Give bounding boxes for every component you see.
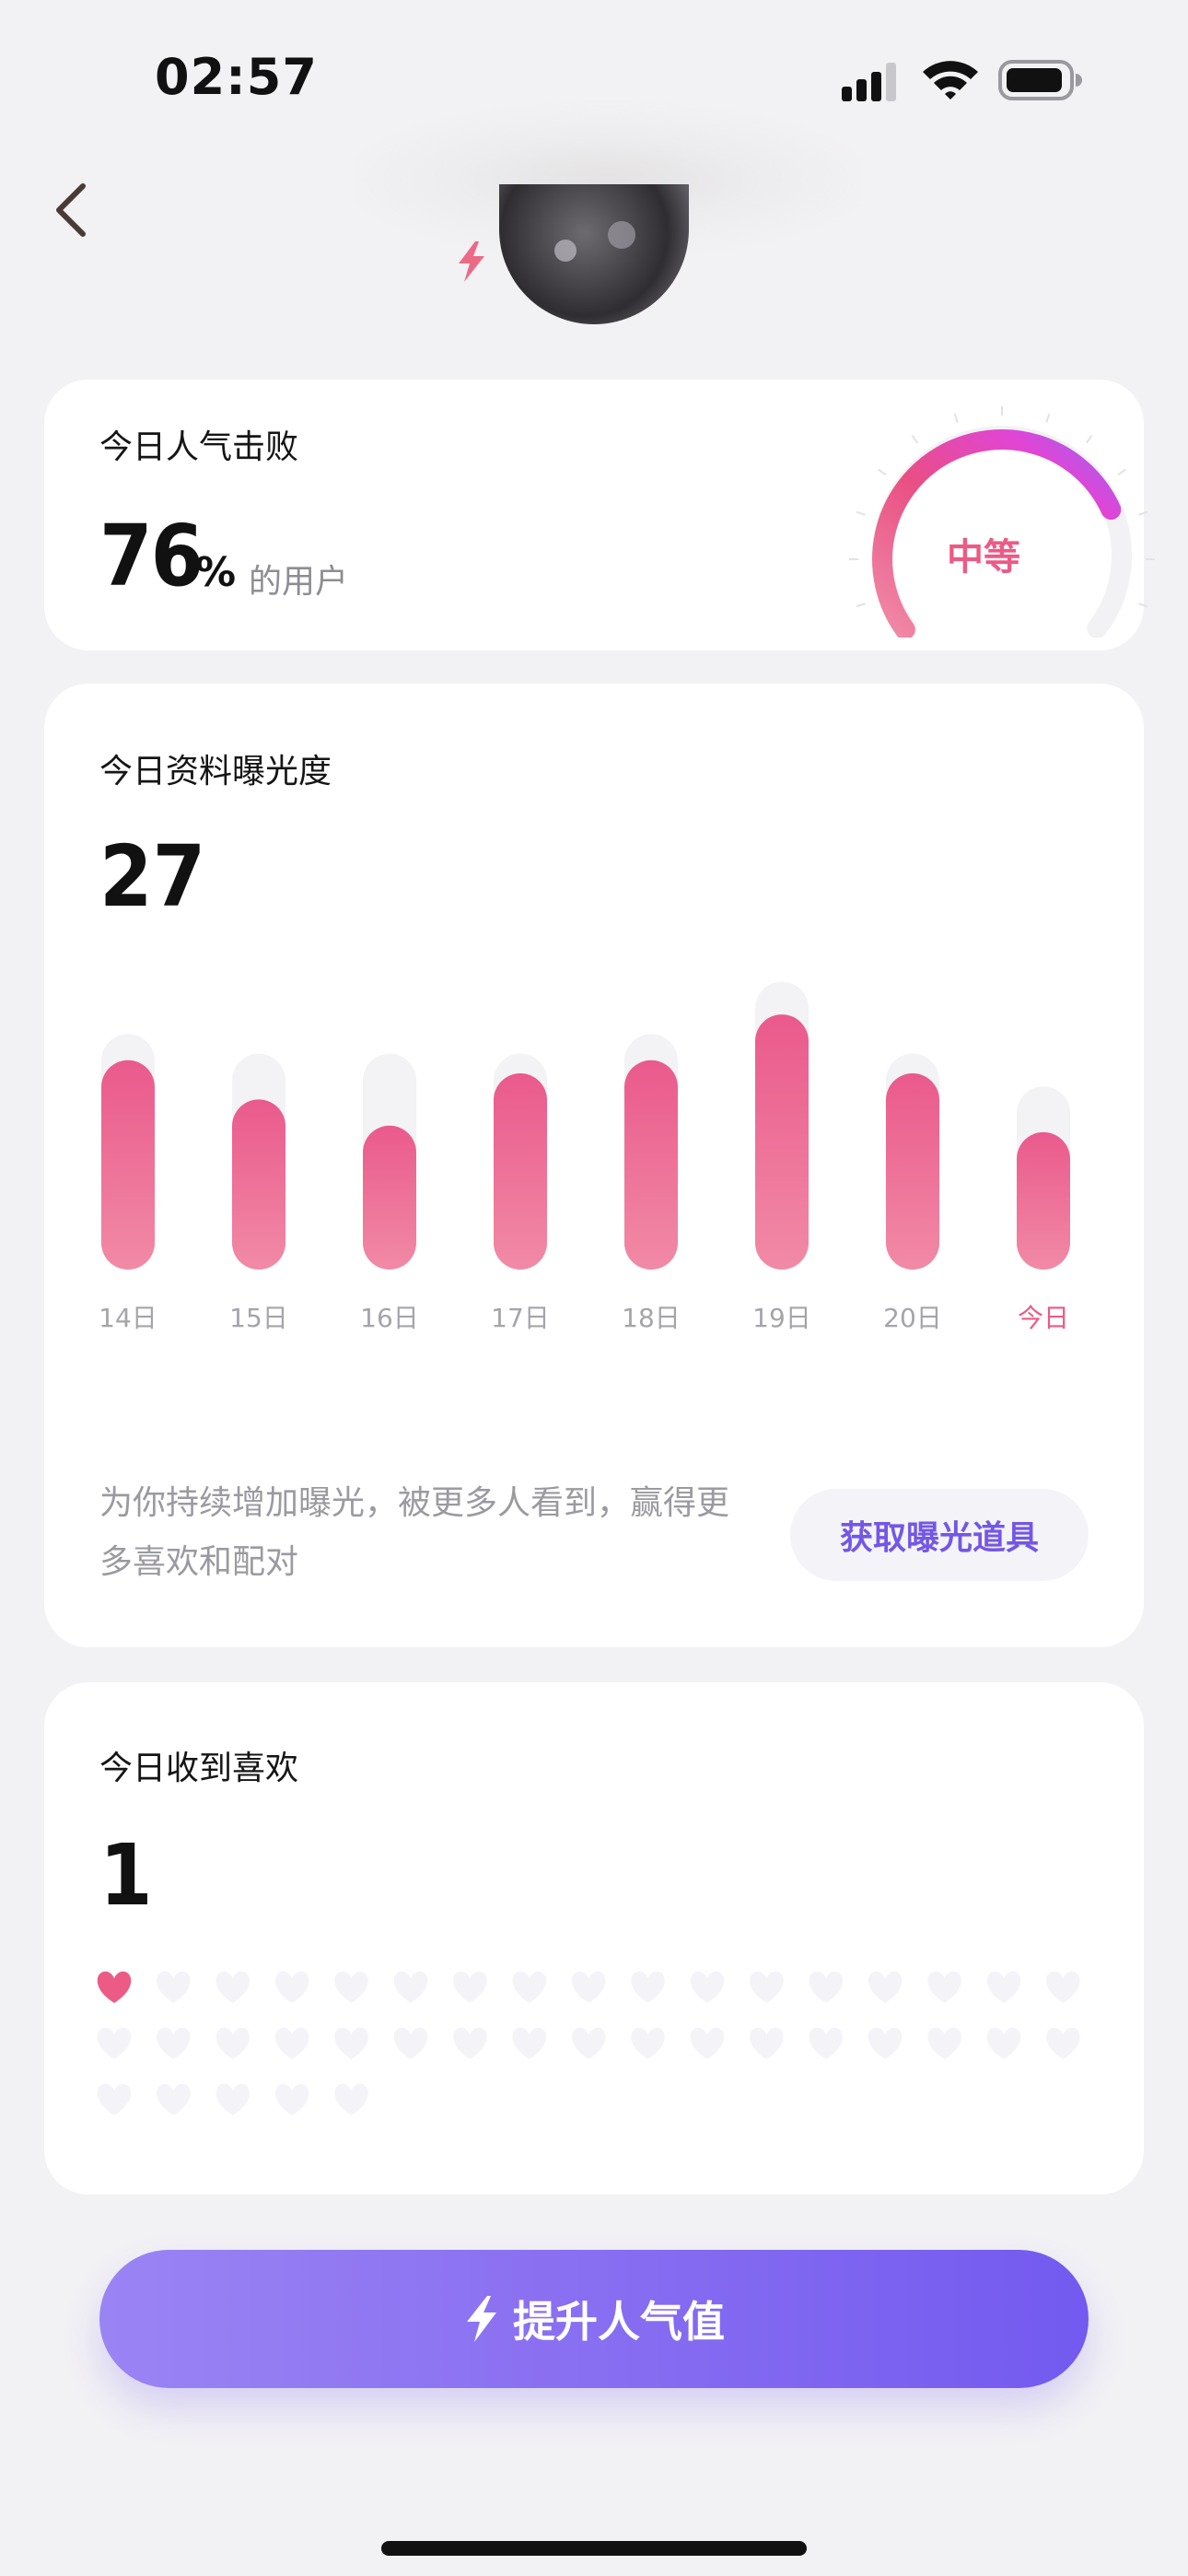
heart-empty-icon (690, 1971, 725, 2003)
heart-empty-icon (453, 1971, 487, 2003)
exposure-bar (755, 1014, 809, 1270)
heart-empty-icon (453, 2027, 487, 2059)
exposure-card: 今日资料曝光度 27 14日 15日 16日 17日 18日 19日 20日 今日 为你持续增… (44, 684, 1144, 1647)
lightning-icon (467, 2296, 496, 2342)
heart-empty-icon (512, 1971, 547, 2003)
gauge-level-label: 中等 (947, 536, 1020, 579)
exposure-description: 为你持续增加曝光，被更多人看到，赢得更多喜欢和配对 (99, 1484, 730, 1581)
cellular-signal-icon (842, 63, 896, 101)
heart-empty-icon (274, 2027, 309, 2059)
status-time: 02:57 (155, 48, 318, 106)
exposure-bar (494, 1073, 547, 1270)
defeat-title: 今日人气击败 (99, 428, 299, 466)
bar-day-label: 20日 (883, 1303, 942, 1333)
heart-empty-icon (868, 2027, 903, 2059)
bar-day-label: 17日 (491, 1303, 550, 1333)
exposure-bar (886, 1073, 939, 1270)
heart-empty-icon (986, 2027, 1021, 2059)
heart-empty-icon (750, 1971, 784, 2003)
get-exposure-tool-button[interactable]: 获取曝光道具 (790, 1489, 1089, 1581)
heart-empty-icon (512, 2027, 547, 2059)
heart-empty-icon (986, 1971, 1021, 2003)
heart-empty-icon (690, 2027, 725, 2059)
defeat-percent-value: 76 (99, 507, 204, 605)
likes-title: 今日收到喜欢 (99, 1750, 299, 1787)
heart-empty-icon (927, 1971, 961, 2003)
heart-empty-icon (334, 2027, 368, 2059)
defeat-suffix: 的用户 (249, 563, 349, 601)
back-button[interactable] (33, 173, 107, 247)
heart-empty-icon (157, 2083, 191, 2115)
boost-popularity-button[interactable]: 提升人气值 (99, 2250, 1089, 2388)
heart-empty-icon (1046, 1971, 1080, 2003)
popularity-page: 02:57 今日人气击败 76 % 的用户 中等 今日资料曝光度 27 14日 … (0, 0, 1188, 2576)
heart-empty-icon (393, 2027, 428, 2059)
likes-value: 1 (99, 1826, 153, 1925)
heart-filled-icon (97, 1971, 132, 2003)
likes-card: 今日收到喜欢 1 (44, 1682, 1144, 2195)
heart-empty-icon (215, 2027, 250, 2059)
heart-empty-icon (809, 2027, 844, 2059)
bar-day-label: 14日 (99, 1303, 157, 1333)
percent-sign: % (195, 549, 237, 596)
heart-empty-icon (157, 2027, 191, 2059)
heart-empty-icon (571, 2027, 606, 2059)
likes-hearts-grid (97, 1971, 1080, 2115)
heart-empty-icon (334, 2083, 368, 2115)
heart-empty-icon (274, 1971, 309, 2003)
heart-empty-icon (215, 2083, 250, 2115)
chevron-left-icon (56, 183, 86, 237)
home-indicator (381, 2541, 807, 2556)
bar-day-label: 16日 (360, 1303, 419, 1333)
exposure-bar (1017, 1131, 1070, 1270)
exposure-bar-chart: 14日 15日 16日 17日 18日 19日 20日 今日 (99, 981, 1070, 1333)
heart-empty-icon (868, 1971, 903, 2003)
exposure-bar (232, 1099, 285, 1270)
bar-day-label: 18日 (622, 1303, 681, 1333)
bar-day-label: 15日 (229, 1303, 288, 1333)
exposure-bar (101, 1060, 155, 1270)
exposure-bar (624, 1060, 678, 1270)
heart-empty-icon (631, 1971, 665, 2003)
heart-empty-icon (97, 2027, 132, 2059)
user-avatar[interactable] (499, 184, 689, 324)
heart-empty-icon (927, 2027, 961, 2059)
heart-empty-icon (809, 1971, 844, 2003)
exposure-bar (363, 1125, 416, 1270)
heart-empty-icon (750, 2027, 784, 2059)
wifi-icon (923, 61, 978, 100)
bar-day-label: 今日 (1018, 1303, 1069, 1333)
bar-day-label: 19日 (752, 1303, 811, 1333)
popularity-defeat-card: 今日人气击败 76 % 的用户 中等 (44, 380, 1155, 650)
boost-button-label: 提升人气值 (513, 2297, 725, 2347)
heart-empty-icon (157, 1971, 191, 2003)
heart-empty-icon (97, 2083, 132, 2115)
heart-empty-icon (1046, 2027, 1080, 2059)
heart-empty-icon (334, 1971, 368, 2003)
heart-empty-icon (631, 2027, 665, 2059)
lightning-badge-icon (459, 241, 484, 282)
heart-empty-icon (274, 2083, 309, 2115)
heart-empty-icon (571, 1971, 606, 2003)
heart-empty-icon (393, 1971, 428, 2003)
popularity-gauge (849, 406, 1155, 638)
battery-icon (998, 60, 1082, 100)
heart-empty-icon (215, 1971, 250, 2003)
